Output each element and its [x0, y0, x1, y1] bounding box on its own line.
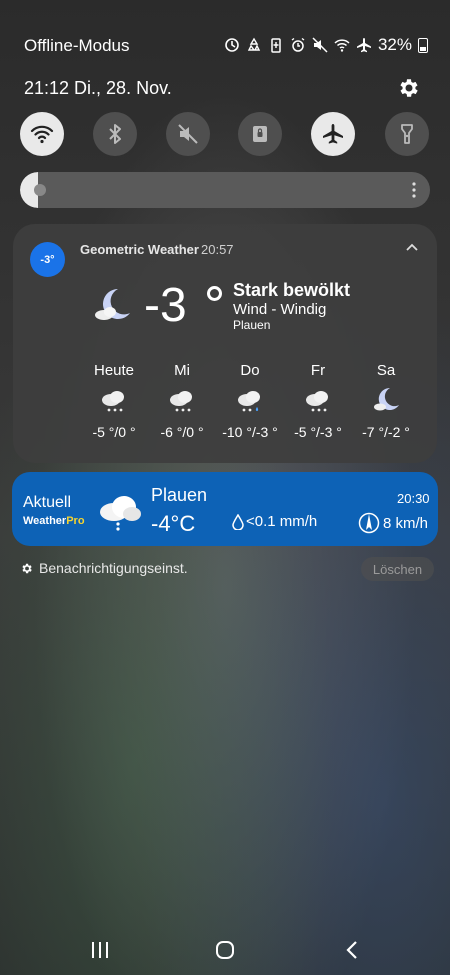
- location-label: Plauen: [233, 318, 271, 332]
- app-name: Geometric Weather: [80, 242, 199, 257]
- moon-cloud-icon: [374, 387, 399, 411]
- airplane-toggle[interactable]: [311, 112, 355, 156]
- flashlight-icon: [401, 124, 413, 144]
- weatherpro-notification[interactable]: [12, 472, 438, 546]
- status-carrier-text: Offline-Modus: [24, 36, 130, 55]
- home-icon: [216, 941, 234, 959]
- settings-gear-icon[interactable]: [396, 76, 420, 100]
- battery-icon: [418, 37, 428, 53]
- forecast-day: Fr: [310, 362, 326, 379]
- airplane-icon: [356, 38, 371, 53]
- alarm-icon: [291, 37, 305, 52]
- notification-settings-label: Benachrichtigungseinst.: [39, 560, 188, 576]
- mute-icon: [178, 124, 198, 144]
- cloud-snow-icon: [102, 391, 124, 412]
- bluetooth-icon: [109, 124, 121, 144]
- weatherpro-time: 20:30: [397, 491, 430, 506]
- forecast-day: Do: [240, 362, 260, 379]
- moon-cloud-icon: [95, 289, 130, 320]
- precipitation-info: <0.1 mm/h: [232, 513, 317, 530]
- bluetooth-toggle[interactable]: [93, 112, 137, 156]
- notification-settings-button[interactable]: Benachrichtigungseinst.: [20, 560, 188, 576]
- forecast-day: Heute: [93, 362, 135, 379]
- weatherpro-temperature: -4°C: [151, 511, 196, 536]
- cloud-snow-icon: [170, 391, 192, 412]
- flashlight-toggle[interactable]: [385, 112, 429, 156]
- date-time: 21:12 Di., 28. Nov.: [24, 78, 172, 98]
- brightness-icon: [34, 184, 46, 196]
- cloud-snow-icon: [100, 496, 141, 531]
- wifi-icon: [334, 39, 350, 52]
- weatherpro-location: Plauen: [151, 485, 208, 505]
- recent-apps-button[interactable]: [86, 938, 114, 962]
- forecast-day: Mi: [174, 362, 190, 379]
- wind-speed-info: 8 km/h: [358, 512, 428, 534]
- status-icons: 32%: [224, 35, 428, 55]
- forecast-temps: -7 °/-2 °: [362, 424, 410, 440]
- back-icon: [346, 941, 357, 959]
- back-button[interactable]: [338, 938, 366, 962]
- battery-percent: 32%: [377, 35, 412, 54]
- forecast-day: Sa: [376, 362, 396, 379]
- precipitation-value: <0.1 mm/h: [246, 513, 318, 530]
- home-button[interactable]: [211, 938, 239, 962]
- wind-direction-icon: [358, 512, 380, 534]
- brand-suffix: Pro: [66, 515, 85, 527]
- battery-saver-icon: [271, 38, 281, 53]
- cloud-snow-icon: [306, 391, 328, 412]
- wind-info: Wind - Windig: [233, 301, 327, 318]
- weather-condition: Stark bewölkt: [233, 280, 351, 300]
- gear-icon: [22, 563, 32, 573]
- sync-icon: [225, 38, 239, 52]
- mute-icon: [312, 37, 328, 53]
- current-temperature: -3: [144, 279, 187, 332]
- current-label: Aktuell: [23, 494, 72, 511]
- sound-toggle[interactable]: [166, 112, 210, 156]
- notification-time: 20:57: [201, 242, 234, 257]
- recent-apps-icon: [92, 942, 108, 958]
- brand-name: Weather: [23, 515, 67, 527]
- recycle-icon: [247, 37, 261, 51]
- more-options-icon[interactable]: [412, 181, 416, 199]
- airplane-icon: [323, 124, 343, 144]
- screen-lock-toggle[interactable]: [238, 112, 282, 156]
- chevron-up-icon[interactable]: [404, 240, 420, 256]
- wind-speed-value: 8 km/h: [383, 514, 429, 532]
- temperature-badge: -3°: [30, 242, 65, 277]
- weatherpro-logo: WeatherPro: [23, 515, 85, 527]
- cloud-sleet-icon: [238, 391, 260, 412]
- wifi-icon: [30, 125, 54, 144]
- clear-button[interactable]: Löschen: [361, 557, 434, 581]
- degree-symbol: [207, 286, 222, 301]
- brightness-slider[interactable]: [20, 172, 430, 208]
- raindrop-icon: [232, 513, 244, 530]
- wifi-toggle[interactable]: [20, 112, 64, 156]
- lock-icon: [253, 126, 267, 142]
